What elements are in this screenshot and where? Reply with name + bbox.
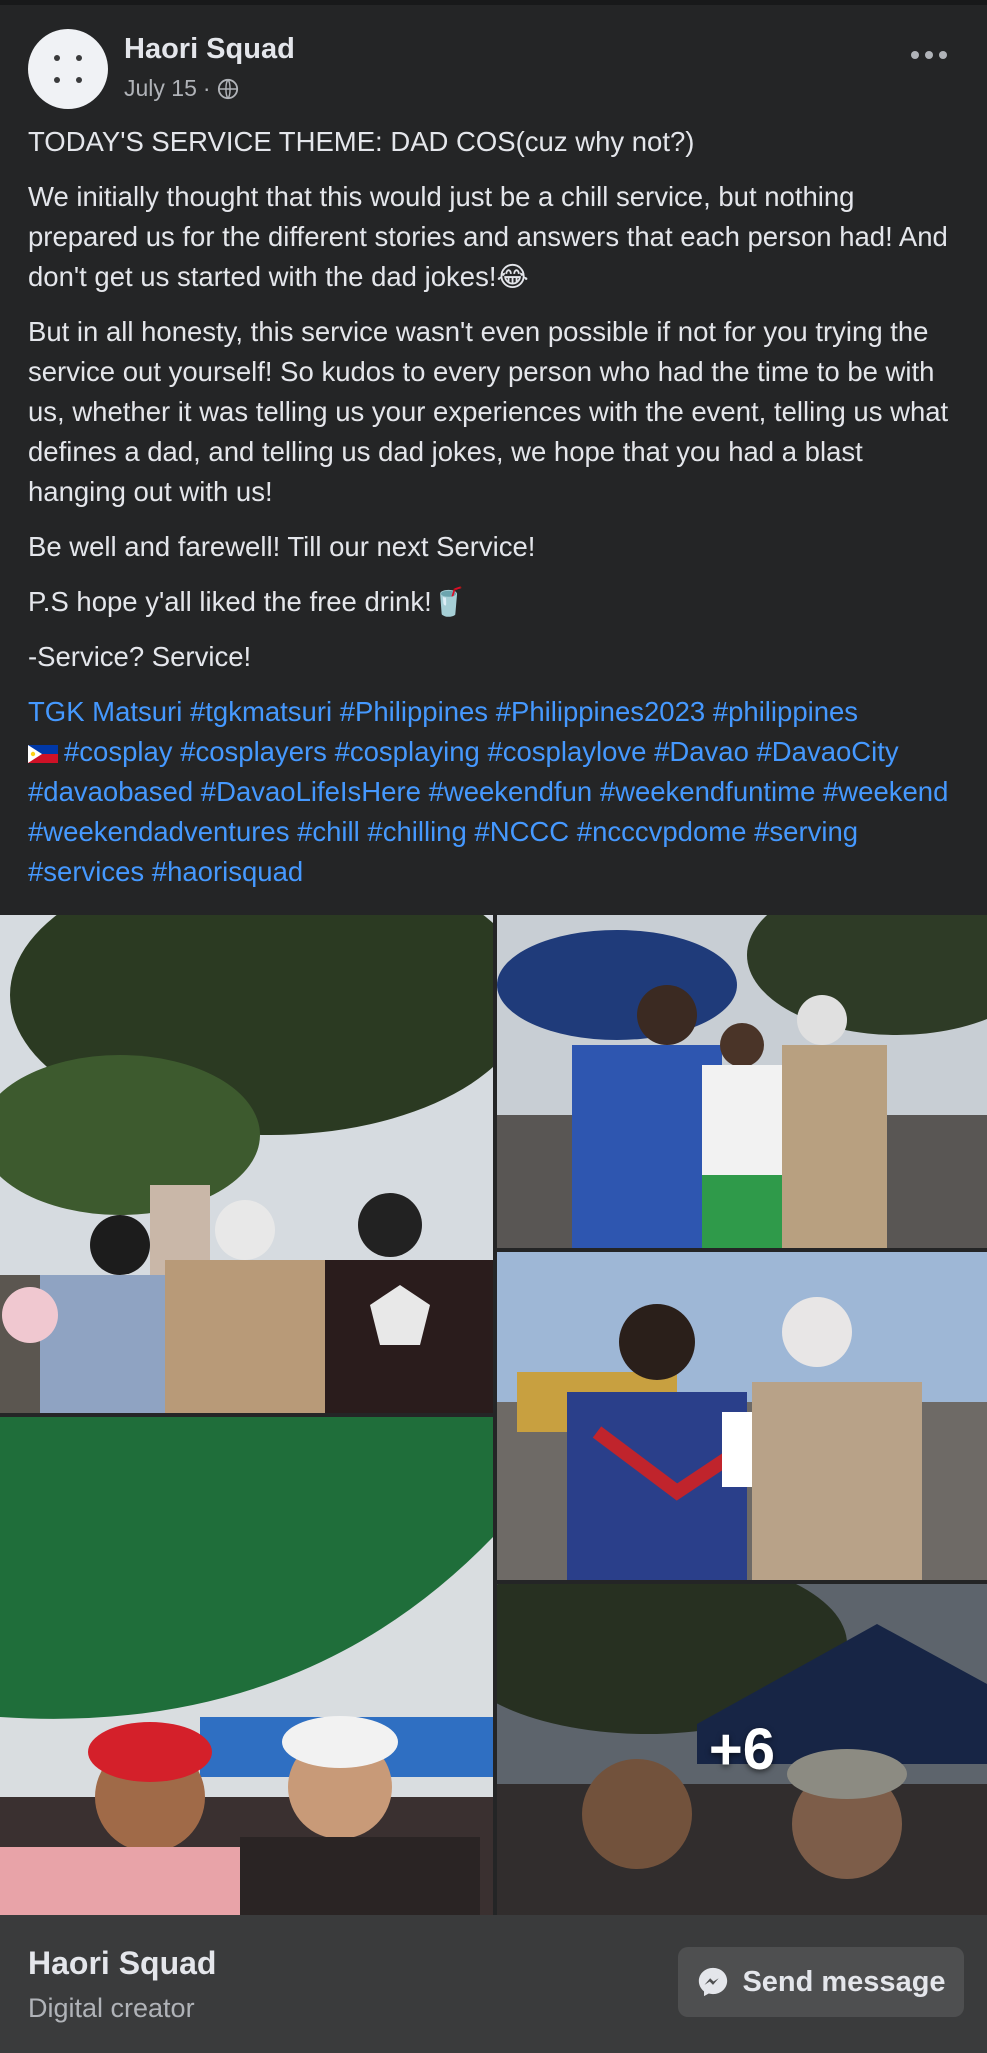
hashtag-link[interactable]: #Philippines <box>340 696 488 727</box>
footer-category: Digital creator <box>28 1993 195 2023</box>
page-footer: Haori Squad Digital creator Send message <box>0 1915 987 2053</box>
hashtags: TGK Matsuri #tgkmatsuri #Philippines #Ph… <box>28 692 963 892</box>
hashtag-link[interactable]: TGK Matsuri <box>28 696 182 727</box>
hashtag-link[interactable]: #chilling <box>367 816 466 847</box>
hashtag-link[interactable]: #ncccvpdome <box>577 816 747 847</box>
hashtag-link[interactable]: #davaobased <box>28 776 193 807</box>
globe-icon <box>217 78 238 99</box>
messenger-icon <box>699 1967 728 1997</box>
hashtag-link[interactable]: #cosplaying <box>335 736 480 767</box>
post-meta: July 15 · <box>124 75 239 102</box>
photo-more-overlay[interactable]: +6 <box>497 1584 987 1915</box>
page-name[interactable]: Haori Squad <box>124 33 295 66</box>
post-date[interactable]: July 15 <box>124 75 197 102</box>
footer-page-name[interactable]: Haori Squad <box>28 1945 216 1982</box>
hashtag-link[interactable]: #DavaoLifeIsHere <box>201 776 421 807</box>
photo-gallery: +6 <box>0 915 987 1915</box>
hashtag-link[interactable]: #NCCC <box>474 816 569 847</box>
hashtag-link[interactable]: #weekend <box>823 776 948 807</box>
hashtag-link[interactable]: #weekendadventures <box>28 816 289 847</box>
post-paragraph: -Service? Service! <box>28 641 252 672</box>
send-message-button[interactable]: Send message <box>678 1947 964 2017</box>
hashtag-link[interactable]: #cosplay <box>64 736 173 767</box>
post-paragraph: P.S hope y'all liked the free drink!🥤 <box>28 586 466 617</box>
philippines-flag-icon <box>28 745 58 763</box>
post-paragraph: But in all honesty, this service wasn't … <box>28 316 949 507</box>
hashtag-link[interactable]: #cosplayers <box>180 736 327 767</box>
post-paragraph: Be well and farewell! Till our next Serv… <box>28 531 536 562</box>
hashtag-link[interactable]: #weekendfun <box>429 776 593 807</box>
post-paragraph: TODAY'S SERVICE THEME: DAD COS(cuz why n… <box>28 126 695 157</box>
hashtag-link[interactable]: #chill <box>297 816 360 847</box>
hashtag-link[interactable]: #cosplaylove <box>487 736 646 767</box>
meta-separator: · <box>202 75 211 101</box>
hashtag-link[interactable]: #Philippines2023 <box>496 696 705 727</box>
avatar[interactable] <box>28 29 108 109</box>
hashtag-link[interactable]: #haorisquad <box>152 856 303 887</box>
more-photos-count[interactable]: +6 <box>497 1584 987 1915</box>
more-options-icon[interactable] <box>911 51 947 59</box>
photo-spider-cosplay[interactable] <box>497 1252 987 1580</box>
photo-crowd-backs[interactable] <box>0 915 493 1413</box>
hashtag-link[interactable]: #tgkmatsuri <box>190 696 332 727</box>
photo-mario-cosplay[interactable] <box>0 1417 493 1915</box>
post-paragraph: We initially thought that this would jus… <box>28 181 948 292</box>
post-body: TODAY'S SERVICE THEME: DAD COS(cuz why n… <box>28 122 963 907</box>
hashtag-link[interactable]: #DavaoCity <box>757 736 899 767</box>
hashtag-link[interactable]: #serving <box>754 816 858 847</box>
post-header: Haori Squad July 15 · <box>0 5 987 120</box>
send-message-label: Send message <box>742 1965 946 1998</box>
hashtag-link[interactable]: #Davao <box>654 736 749 767</box>
hashtag-link[interactable]: #philippines <box>713 696 858 727</box>
hashtag-link[interactable]: #services <box>28 856 144 887</box>
photo-interview-group[interactable] <box>497 915 987 1248</box>
hashtag-link[interactable]: #weekendfuntime <box>600 776 816 807</box>
